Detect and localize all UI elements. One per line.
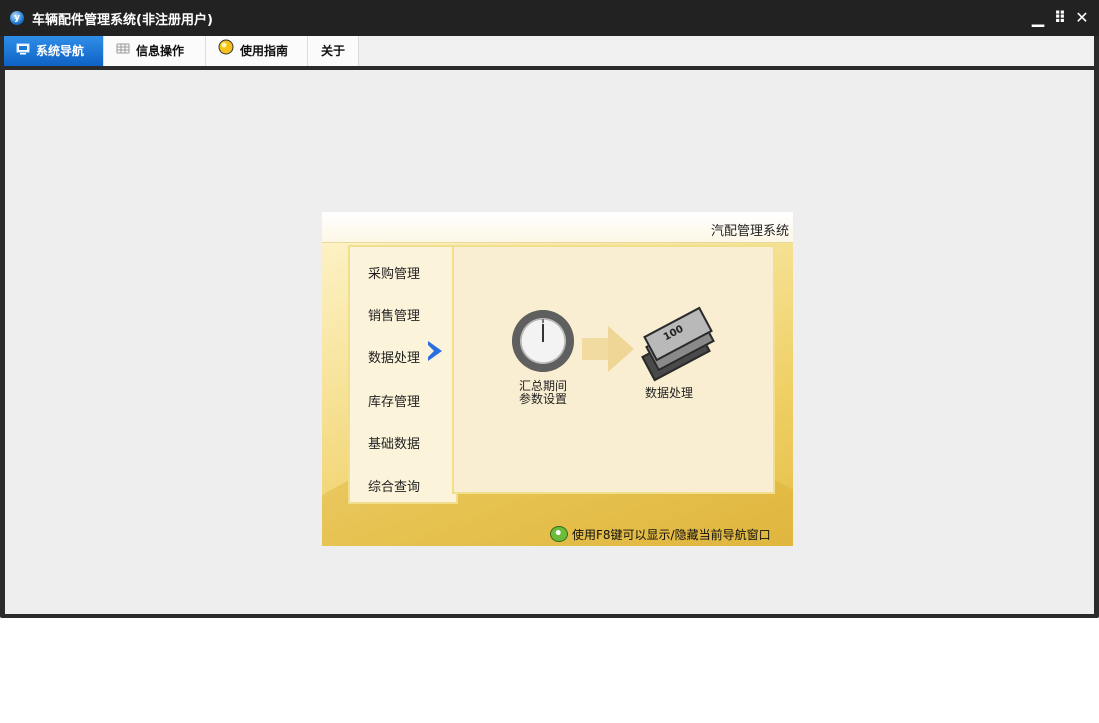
tab-user-guide[interactable]: 使用指南: [206, 36, 308, 66]
navigation-panel: 汽配管理系统 采购管理 销售管理 数据处理 库存管理 基础数据 综合查询 汇总期…: [322, 212, 793, 546]
data-processing-label[interactable]: 数据处理: [645, 384, 693, 401]
title-bar[interactable]: y 车辆配件管理系统(非注册用户) ▁ ⠿ ✕: [0, 0, 1099, 36]
tab-label: 系统导航: [36, 44, 85, 58]
panel-caption: 汽配管理系统: [710, 224, 789, 239]
flow-arrowhead-icon: [608, 326, 634, 372]
flow-arrow-icon: [582, 338, 608, 360]
minimize-button[interactable]: ▁: [1029, 8, 1047, 28]
menu-item-inventory[interactable]: 库存管理: [368, 391, 420, 410]
menu-item-basic-data[interactable]: 基础数据: [368, 433, 420, 452]
menu-item-sales[interactable]: 销售管理: [368, 305, 420, 324]
hint-icon: [550, 526, 568, 542]
tab-label: 使用指南: [240, 44, 289, 58]
clock-hand: [542, 324, 544, 342]
close-button[interactable]: ✕: [1073, 8, 1091, 28]
bulb-icon: [218, 36, 234, 66]
money-stack-icon[interactable]: 100: [640, 306, 715, 382]
app-window: y 车辆配件管理系统(非注册用户) ▁ ⠿ ✕ 系统导航 信息操作 使用指南 关…: [0, 0, 1099, 618]
f8-hint-text: 使用F8键可以显示/隐藏当前导航窗口: [572, 528, 771, 542]
tab-system-navigation[interactable]: 系统导航: [4, 36, 104, 66]
panel-header: 汽配管理系统: [322, 212, 793, 243]
clock-tick: [542, 319, 544, 323]
selected-arrow-icon: [428, 341, 442, 361]
tab-label: 信息操作: [136, 44, 185, 58]
tab-label: 关于: [320, 44, 345, 58]
tab-about[interactable]: 关于: [308, 36, 359, 66]
tab-info-operation[interactable]: 信息操作: [104, 36, 206, 66]
nav-menu: 采购管理 销售管理 数据处理 库存管理 基础数据 综合查询: [348, 245, 458, 504]
period-settings-line2: 参数设置: [518, 392, 567, 406]
period-settings-label[interactable]: 汇总期间 参数设置: [512, 380, 574, 406]
bill-value: 100: [661, 323, 686, 344]
tab-bar: 系统导航 信息操作 使用指南 关于: [4, 36, 1094, 66]
window-title: 车辆配件管理系统(非注册用户): [32, 13, 213, 28]
monitor-icon: [16, 36, 30, 66]
clock-icon[interactable]: [512, 310, 574, 372]
grid-icon: [116, 36, 130, 66]
menu-item-data-processing[interactable]: 数据处理: [368, 347, 420, 366]
menu-item-query[interactable]: 综合查询: [368, 476, 420, 495]
restore-button[interactable]: ⠿: [1051, 8, 1069, 28]
app-logo-icon: y: [10, 11, 24, 25]
menu-item-purchase[interactable]: 采购管理: [368, 263, 420, 282]
